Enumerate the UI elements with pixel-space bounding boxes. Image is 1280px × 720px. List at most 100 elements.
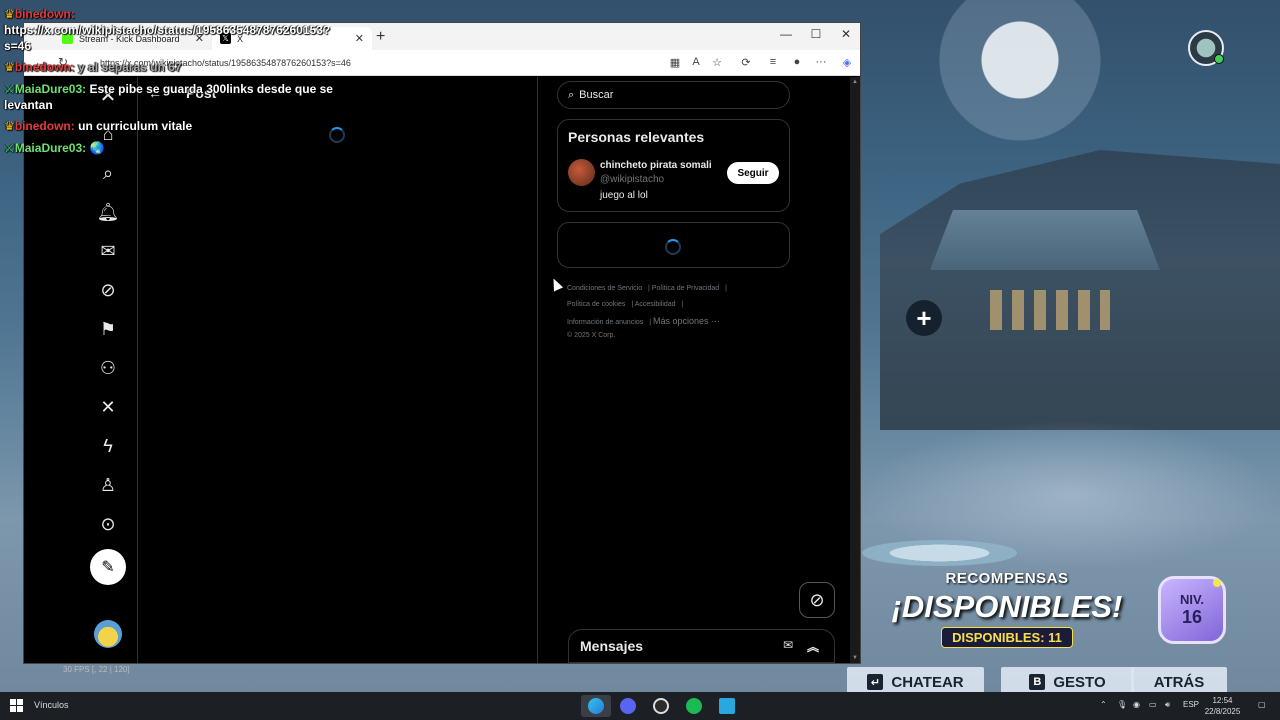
crown-badge-icon: ♛ — [4, 7, 15, 21]
grok-icon[interactable]: ⊘ — [96, 278, 120, 302]
person-handle[interactable]: @wikipistacho — [600, 174, 664, 185]
crown-badge-icon: ♛ — [4, 60, 15, 74]
player-avatar[interactable] — [1188, 30, 1224, 66]
person-name[interactable]: chincheto pirata somali — [600, 160, 712, 171]
windows-start-icon[interactable] — [10, 699, 23, 712]
cookies-link[interactable]: Política de cookies — [567, 301, 625, 308]
edge-app-icon[interactable] — [581, 695, 611, 717]
chat-text: un curriculum vitale — [78, 119, 193, 133]
messages-drawer[interactable]: Mensajes ✉ ︽ — [568, 629, 835, 663]
volume-icon[interactable]: 🔊︎ — [1165, 700, 1170, 710]
chat-message: ♛binedown: un curriculum vitale — [4, 118, 192, 134]
compose-post-button[interactable]: ✎ — [90, 549, 126, 585]
divider — [537, 77, 538, 663]
chat-username: binedown: — [14, 119, 75, 133]
maximize-icon[interactable]: ☐ — [804, 27, 828, 41]
rewards-headline: ¡DISPONIBLES! — [891, 589, 1123, 624]
extensions-icon[interactable]: ⟳ — [738, 56, 754, 69]
chat-text: https://x.com/wikipistacho/status/195863… — [4, 23, 331, 53]
communities-icon[interactable]: ⚇ — [96, 356, 120, 380]
taskbar: Vínculos ⌃ 🎙︎ ◉ ▭ 🔊︎ ESP 12:54 22/8/2025… — [0, 692, 1280, 720]
fortnite-app-icon[interactable] — [712, 695, 742, 717]
avatar[interactable] — [94, 620, 122, 648]
chat-message: ⚔MaiaDure03: Este pibe se guarda 300link… — [4, 81, 334, 113]
profile-icon[interactable]: ● — [789, 56, 805, 68]
new-tab-button[interactable]: + — [376, 28, 385, 46]
profile-icon[interactable]: ♙ — [96, 473, 120, 497]
search-icon: ⌕ — [568, 88, 575, 101]
search-icon[interactable]: ⌕ — [96, 161, 120, 185]
rewards-banner[interactable]: RECOMPENSAS ¡DISPONIBLES! DISPONIBLES: 1… — [862, 570, 1152, 648]
level-value: 16 — [1181, 607, 1203, 627]
language-indicator[interactable]: ESP — [1183, 700, 1199, 709]
close-window-icon[interactable]: ✕ — [834, 27, 858, 41]
level-badge[interactable]: NIV. 16 — [1158, 576, 1226, 644]
mail-icon[interactable]: ✉ — [96, 239, 120, 263]
chat-text: y al separas un 67 — [78, 60, 182, 74]
spotify-app-icon[interactable] — [679, 695, 709, 717]
enter-key-icon: ↵ — [867, 674, 884, 690]
bookmark-icon[interactable]: ⚑ — [96, 317, 120, 341]
close-icon[interactable]: ✕ — [355, 32, 364, 45]
favorites-icon[interactable]: ≡ — [765, 56, 781, 68]
read-aloud-icon[interactable]: A — [688, 56, 704, 68]
minimize-icon[interactable]: — — [774, 27, 798, 41]
bell-icon[interactable]: 🔔︎ — [96, 200, 120, 224]
clock-time: 12:54 — [1212, 696, 1233, 705]
accessibility-link[interactable]: Accesibilidad — [635, 301, 676, 308]
more-options-link[interactable]: Más opciones ··· — [653, 316, 720, 326]
favorite-star-icon[interactable]: ☆ — [709, 56, 725, 69]
chat-username: MaiaDure03: — [14, 141, 87, 155]
online-indicator — [1214, 54, 1224, 64]
chat-username: MaiaDure03: — [14, 82, 87, 96]
game-windows — [990, 290, 1110, 330]
fps-counter: 30 FPS [, 22 | 120] — [63, 665, 130, 674]
person-bio: juego al lol — [600, 190, 648, 201]
plus-button[interactable]: + — [906, 300, 942, 336]
privacy-link[interactable]: Política de Privacidad — [652, 285, 719, 292]
game-platform — [862, 540, 1017, 566]
avatar[interactable] — [568, 159, 595, 186]
b-key-icon: B — [1029, 674, 1046, 690]
chevron-up-icon[interactable]: ⌃ — [1100, 700, 1107, 709]
discord-tray-icon[interactable]: ◉ — [1133, 700, 1140, 709]
card-title: Personas relevantes — [568, 129, 705, 145]
apps-icon[interactable]: ▦ — [667, 56, 683, 69]
scrollbar[interactable]: ▲ ▼ — [850, 77, 860, 663]
notifications-icon[interactable]: ▢ — [1258, 700, 1266, 709]
game-roof — [930, 210, 1160, 270]
taskbar-links-label[interactable]: Vínculos — [34, 700, 69, 710]
crown-badge-icon: ♛ — [4, 119, 15, 133]
x-sidebar: ✕ ⌂ ⌕ 🔔︎ ✉ ⊘ ⚑ ⚇ ✕ ϟ ♙ ⊙ ✎ — [84, 77, 138, 663]
chat-message: ♛binedown: y al separas un 67 — [4, 59, 182, 75]
messages-label: Mensajes — [580, 638, 644, 654]
gesture-button-label: GESTO — [1053, 673, 1106, 691]
x-page: ✕ ⌂ ⌕ 🔔︎ ✉ ⊘ ⚑ ⚇ ✕ ϟ ♙ ⊙ ✎ ← Post ⌕ Busc… — [24, 77, 860, 663]
scroll-down-icon[interactable]: ▼ — [852, 655, 858, 661]
chevron-up-icon[interactable]: ︽ — [807, 638, 819, 655]
notification-dot — [1213, 579, 1221, 587]
more-icon[interactable]: ⊙ — [96, 512, 120, 536]
follow-button[interactable]: Seguir — [727, 162, 779, 184]
lightning-icon[interactable]: ϟ — [96, 434, 120, 458]
new-message-icon[interactable]: ✉ — [783, 638, 793, 652]
mic-icon[interactable]: 🎙︎ — [1117, 700, 1127, 709]
sword-badge-icon: ⚔ — [4, 141, 15, 155]
more-icon[interactable]: ··· — [813, 56, 829, 68]
obs-app-icon[interactable] — [646, 695, 676, 717]
discord-app-icon[interactable] — [613, 695, 643, 717]
grok-button[interactable]: ⊘ — [799, 582, 835, 618]
premium-icon[interactable]: ✕ — [96, 395, 120, 419]
network-icon[interactable]: ▭ — [1149, 700, 1157, 709]
system-clock[interactable]: 12:54 22/8/2025 — [1200, 695, 1245, 717]
chat-text: 🌏 — [89, 141, 105, 155]
copilot-icon[interactable]: ◈ — [839, 56, 855, 69]
ads-link[interactable]: Información de anuncios — [567, 319, 643, 326]
loading-spinner — [665, 239, 681, 255]
search-placeholder: Buscar — [579, 89, 614, 101]
chat-username: binedown: — [14, 7, 75, 21]
search-input[interactable]: ⌕ Buscar — [557, 81, 790, 109]
terms-link[interactable]: Condiciones de Servicio — [567, 285, 642, 292]
scroll-up-icon[interactable]: ▲ — [852, 79, 858, 85]
chat-message: ⚔MaiaDure03: 🌏 — [4, 140, 104, 156]
